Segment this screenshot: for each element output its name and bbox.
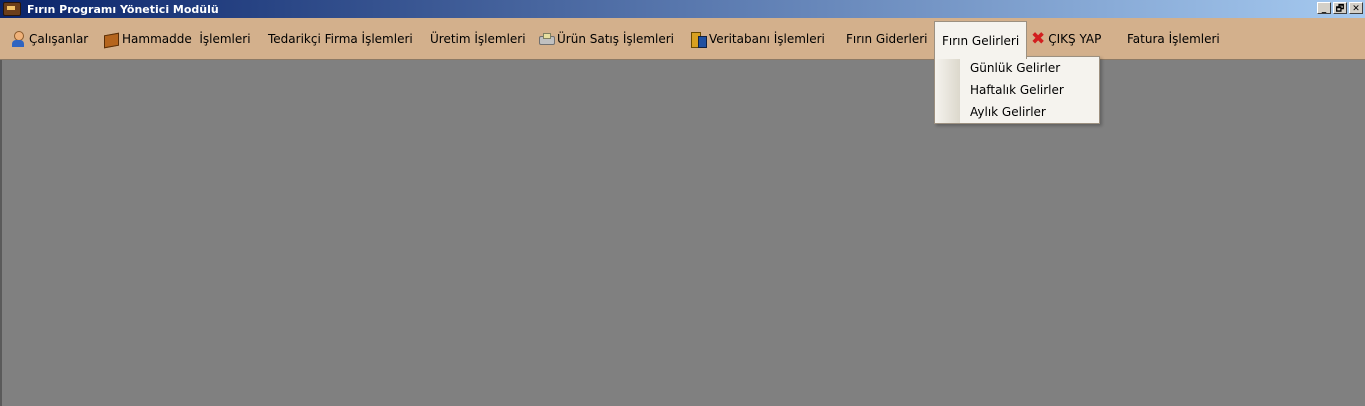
- menu-fatura[interactable]: Fatura İşlemleri: [1127, 21, 1220, 56]
- close-button[interactable]: ✕: [1349, 2, 1363, 14]
- dropdown-gutter: [935, 57, 960, 123]
- title-bar: Fırın Programı Yönetici Modülü _ 🗗 ✕: [0, 0, 1365, 18]
- window-title: Fırın Programı Yönetici Modülü: [27, 2, 219, 16]
- dropdown-item-gunluk[interactable]: Günlük Gelirler: [970, 58, 1060, 78]
- menu-tedarikci-label: Tedarikçi Firma İşlemleri: [268, 31, 413, 46]
- menu-urun-satis[interactable]: Ürün Satış İşlemleri: [538, 21, 674, 56]
- menu-tedarikci[interactable]: Tedarikçi Firma İşlemleri: [268, 21, 413, 56]
- minimize-button[interactable]: _: [1317, 2, 1331, 14]
- bread-oven-icon[interactable]: [3, 2, 21, 16]
- user-icon: [10, 30, 26, 47]
- menu-veritabani-label: Veritabanı İşlemleri: [709, 31, 825, 46]
- window-controls: _ 🗗 ✕: [1317, 2, 1363, 14]
- menu-urun-satis-label: Ürün Satış İşlemleri: [557, 31, 674, 46]
- menu-bar: Çalışanlar Hammadde İşlemleri Tedarikçi …: [0, 18, 1365, 60]
- menu-veritabani[interactable]: Veritabanı İşlemleri: [690, 21, 825, 56]
- menu-uretim-label: Üretim İşlemleri: [430, 31, 526, 46]
- restore-button[interactable]: 🗗: [1333, 2, 1347, 14]
- menu-fatura-label: Fatura İşlemleri: [1127, 31, 1220, 46]
- mdi-workspace: [0, 60, 1365, 406]
- menu-firin-gelirleri[interactable]: Fırın Gelirleri: [934, 21, 1028, 59]
- menu-firin-giderleri-label: Fırın Giderleri: [846, 31, 928, 46]
- menu-uretim[interactable]: Üretim İşlemleri: [430, 21, 526, 56]
- menu-calisanlar[interactable]: Çalışanlar: [10, 21, 88, 56]
- menu-calisanlar-label: Çalışanlar: [29, 31, 89, 46]
- menu-hammadde-label: Hammadde İşlemleri: [122, 31, 251, 46]
- menu-firin-giderleri[interactable]: Fırın Giderleri: [846, 21, 927, 56]
- firin-gelirleri-dropdown: Günlük Gelirler Haftalık Gelirler Aylık …: [934, 56, 1100, 124]
- menu-firin-gelirleri-label: Fırın Gelirleri: [942, 33, 1020, 48]
- database-icon: [690, 31, 707, 48]
- red-x-icon: ✖: [1031, 28, 1046, 49]
- menu-hammadde[interactable]: Hammadde İşlemleri: [103, 21, 251, 56]
- menu-cikis[interactable]: ✖ ÇIKŞ YAP: [1031, 21, 1101, 56]
- box-icon: [103, 31, 119, 47]
- menu-cikis-label: ÇIKŞ YAP: [1048, 31, 1102, 46]
- cash-register-icon: [538, 31, 555, 47]
- dropdown-item-haftalik[interactable]: Haftalık Gelirler: [970, 80, 1064, 100]
- dropdown-item-aylik[interactable]: Aylık Gelirler: [970, 102, 1046, 122]
